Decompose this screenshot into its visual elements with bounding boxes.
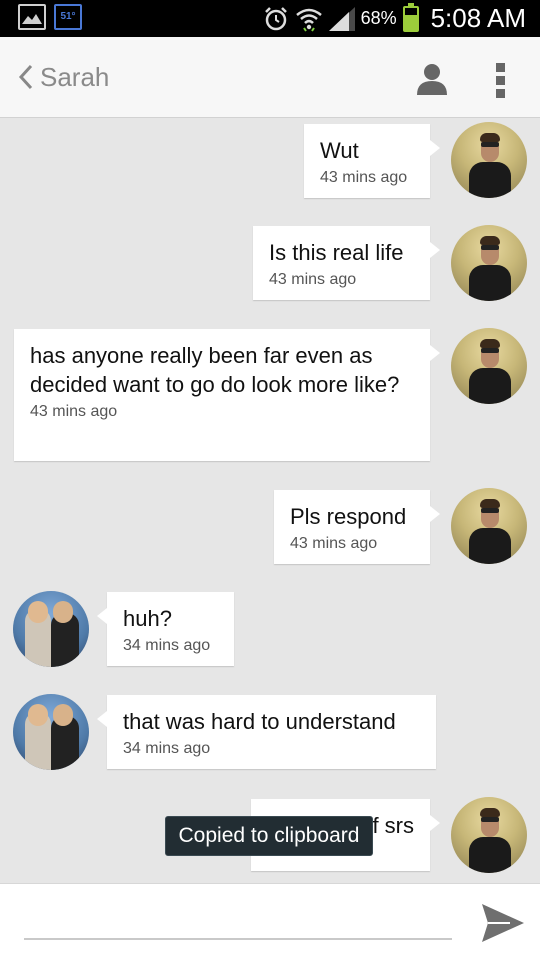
overflow-menu-icon <box>496 63 505 72</box>
contact-name: Sarah <box>40 61 110 92</box>
battery-icon <box>402 2 419 32</box>
weather-icon: 51° <box>54 4 82 30</box>
battery-percent: 68% <box>360 8 397 28</box>
message-bubble[interactable]: Pls respond 43 mins ago <box>274 490 440 564</box>
send-button[interactable] <box>480 902 526 944</box>
message-bubble[interactable]: that was hard to understand 34 mins ago <box>97 695 436 769</box>
message-text: huh? <box>123 606 172 631</box>
weather-temp: 51° <box>60 11 76 22</box>
send-icon <box>482 904 524 942</box>
my-avatar[interactable] <box>451 225 527 301</box>
gallery-icon <box>18 4 46 30</box>
chevron-left-icon <box>18 64 33 90</box>
conversation-header: Sarah <box>0 37 540 118</box>
status-bar: 51° 68% 5:08 AM <box>0 0 540 37</box>
toast-message: Copied to clipboard <box>165 816 373 856</box>
message-composer <box>0 883 540 960</box>
overflow-menu-dot <box>496 89 505 98</box>
my-avatar[interactable] <box>451 797 527 873</box>
message-bubble[interactable]: huh? 34 mins ago <box>97 592 234 666</box>
back-button[interactable]: Sarah <box>18 57 109 97</box>
contact-avatar[interactable] <box>13 591 89 667</box>
message-time: 43 mins ago <box>269 271 357 288</box>
message-time: 34 mins ago <box>123 740 211 757</box>
message-text: Wut <box>320 138 359 163</box>
clock: 5:08 AM <box>430 3 526 33</box>
message-time: 34 mins ago <box>123 637 211 654</box>
overflow-menu-button[interactable] <box>490 59 512 99</box>
message-text: has anyone really been far even as decid… <box>30 343 400 397</box>
person-icon <box>417 64 447 95</box>
my-avatar[interactable] <box>451 328 527 404</box>
signal-icon <box>328 6 355 31</box>
message-time: 43 mins ago <box>30 403 118 420</box>
contact-avatar[interactable] <box>13 694 89 770</box>
battery-level-fill <box>404 14 417 30</box>
my-avatar[interactable] <box>451 488 527 564</box>
alarm-icon <box>264 6 287 30</box>
message-bubble[interactable]: has anyone really been far even as decid… <box>14 329 440 461</box>
wifi-icon <box>295 8 322 32</box>
message-text: that was hard to understand <box>123 709 396 734</box>
overflow-menu-dot <box>496 76 505 85</box>
contact-button[interactable] <box>414 61 450 97</box>
my-avatar[interactable] <box>451 122 527 198</box>
input-underline <box>24 938 452 940</box>
message-bubble[interactable]: Wut 43 mins ago <box>304 124 440 198</box>
message-bubble[interactable]: Is this real life 43 mins ago <box>253 226 440 300</box>
message-text: Pls respond <box>290 504 407 529</box>
message-time: 43 mins ago <box>290 535 378 552</box>
message-time: 43 mins ago <box>320 169 408 186</box>
message-text: Is this real life <box>269 240 404 265</box>
message-input[interactable] <box>24 900 452 936</box>
